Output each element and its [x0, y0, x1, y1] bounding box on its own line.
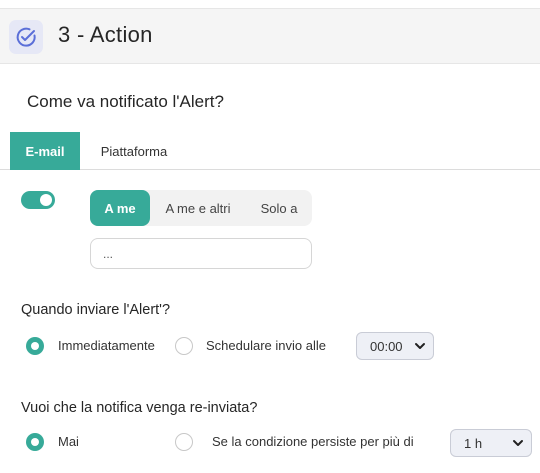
recipient-option-a-me[interactable]: A me	[90, 190, 150, 226]
recipient-option-solo-a[interactable]: Solo a	[246, 190, 312, 226]
notification-question: Come va notificato l'Alert?	[27, 92, 224, 111]
email-input[interactable]	[90, 238, 312, 269]
radio-persist-label: Se la condizione persiste per più di	[212, 434, 414, 449]
recipient-option-a-me-e-altri[interactable]: A me e altri	[152, 190, 244, 226]
when-label: Quando inviare l'Alert'?	[21, 302, 171, 318]
radio-immediately[interactable]	[26, 337, 44, 355]
toggle-knob	[40, 194, 52, 206]
radio-never-label: Mai	[58, 434, 79, 449]
tab-piattaforma[interactable]: Piattaforma	[84, 132, 184, 170]
chevron-down-icon	[513, 440, 523, 446]
interval-select-value: 1 h	[464, 435, 483, 451]
radio-schedule[interactable]	[175, 337, 193, 355]
email-toggle[interactable]	[21, 191, 55, 209]
section-header: 3 - Action	[0, 8, 540, 64]
check-circle-icon	[9, 20, 43, 54]
time-select[interactable]: 00:00	[356, 332, 434, 360]
radio-never[interactable]	[26, 433, 44, 451]
radio-persist[interactable]	[175, 433, 193, 451]
time-select-value: 00:00	[370, 338, 403, 354]
interval-select[interactable]: 1 h	[450, 429, 532, 457]
radio-immediately-label: Immediatamente	[58, 338, 155, 353]
notification-tabs: E-mail Piattaforma	[0, 132, 540, 170]
tab-email[interactable]: E-mail	[10, 132, 80, 170]
recipient-selector: A me A me e altri Solo a	[90, 190, 312, 226]
chevron-down-icon	[415, 343, 425, 349]
section-title: 3 - Action	[58, 22, 153, 47]
resend-label: Vuoi che la notifica venga re-inviata?	[21, 400, 258, 416]
radio-schedule-label: Schedulare invio alle	[206, 338, 326, 353]
